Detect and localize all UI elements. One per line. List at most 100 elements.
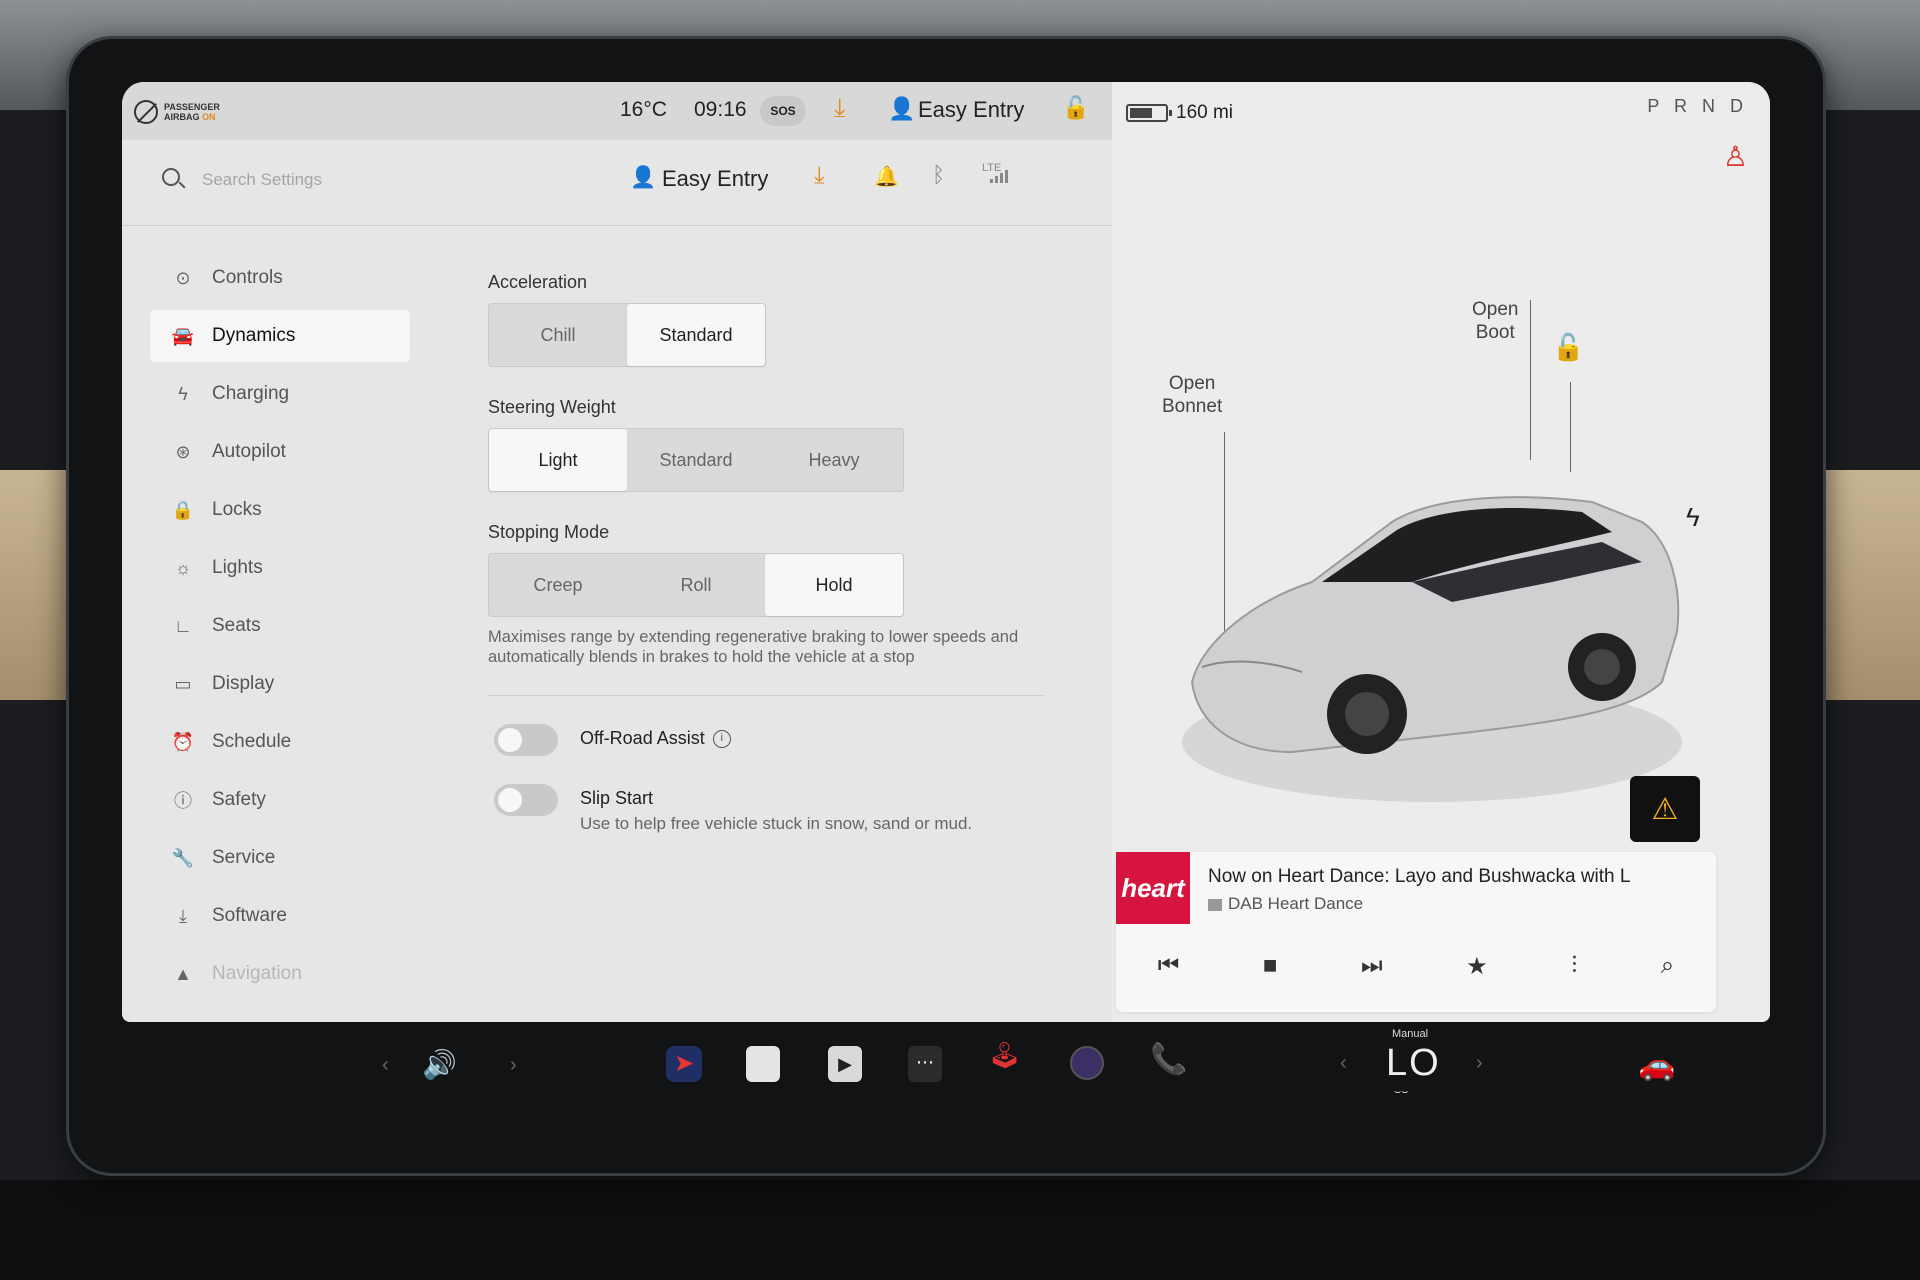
volume-up-arrow-icon[interactable]: ›: [510, 1054, 517, 1077]
climate-decrease-arrow-icon[interactable]: ‹: [1340, 1052, 1347, 1075]
sidebar-item-label: Safety: [212, 789, 266, 810]
profile-icon[interactable]: 👤: [630, 166, 656, 190]
download-icon: ⤓: [179, 905, 187, 926]
steering-standard-button[interactable]: Standard: [627, 429, 765, 491]
stopping-mode-selector: Creep Roll Hold: [488, 553, 904, 617]
acceleration-standard-button[interactable]: Standard: [627, 304, 765, 366]
climate-temperature[interactable]: LO: [1386, 1042, 1441, 1085]
theater-app-icon[interactable]: ▶: [828, 1046, 862, 1082]
bluetooth-icon[interactable]: ᛒ: [932, 162, 945, 188]
navigation-icon: ▲: [174, 963, 192, 984]
steering-light-button[interactable]: Light: [489, 429, 627, 491]
stopping-roll-button[interactable]: Roll: [627, 554, 765, 616]
divider: [488, 695, 1044, 696]
sidebar-item-display[interactable]: ▭ Display: [150, 658, 410, 710]
range-display[interactable]: 160 mi: [1176, 102, 1233, 124]
off-road-assist-label: Off-Road Assist: [580, 728, 705, 748]
bolt-icon: ϟ: [178, 383, 188, 404]
download-icon[interactable]: ⤓: [814, 162, 825, 190]
next-track-icon[interactable]: ⏭: [1361, 952, 1383, 981]
slip-start-toggle[interactable]: [494, 784, 558, 816]
steering-weight-title: Steering Weight: [488, 397, 616, 417]
warning-alert-button[interactable]: ⚠: [1630, 776, 1700, 842]
sidebar-item-locks[interactable]: 🔒 Locks: [150, 484, 410, 536]
heart-dance-logo: heart: [1116, 852, 1190, 924]
charge-port-unlock-icon[interactable]: 🔓: [1552, 332, 1584, 363]
warning-icon: ⚠: [1651, 792, 1679, 826]
sidebar-item-autopilot[interactable]: ⊛ Autopilot: [150, 426, 410, 478]
bell-icon[interactable]: 🔔: [874, 164, 899, 189]
volume-icon[interactable]: 🔊: [422, 1048, 457, 1081]
climate-increase-arrow-icon[interactable]: ›: [1476, 1052, 1483, 1075]
passenger-airbag-indicator: PASSENGER AIRBAG ON: [134, 96, 234, 128]
sidebar-item-safety[interactable]: ⓘ Safety: [150, 774, 410, 826]
sidebar-item-seats[interactable]: ∟ Seats: [150, 600, 410, 652]
profile-name[interactable]: Easy Entry: [662, 166, 768, 192]
stop-icon[interactable]: ■: [1263, 952, 1278, 981]
sidebar-item-dynamics[interactable]: 🚘 Dynamics: [150, 310, 410, 362]
unlock-icon[interactable]: 🔓: [1062, 95, 1089, 121]
now-playing-title: Now on Heart Dance: Layo and Bushwacka w…: [1208, 866, 1631, 887]
vehicle-pane: 160 mi P R N D ♙ Open Bonnet Open Boot 🔓…: [1112, 82, 1770, 1022]
settings-header: 👤 Easy Entry ⤓ 🔔 ᛒ LTE: [122, 140, 1112, 226]
clock: 09:16: [694, 98, 747, 121]
more-apps-icon[interactable]: ⋯: [908, 1046, 942, 1082]
light-icon: ☼: [174, 557, 192, 578]
search-icon[interactable]: [162, 168, 180, 186]
sidebar-item-label: Dynamics: [212, 325, 296, 346]
airbag-state: ON: [202, 112, 216, 122]
volume-down-arrow-icon[interactable]: ‹: [382, 1054, 389, 1077]
station-name: DAB Heart Dance: [1228, 894, 1364, 913]
open-bonnet-line1: Open: [1168, 373, 1216, 394]
acceleration-chill-button[interactable]: Chill: [489, 304, 627, 366]
info-icon[interactable]: i: [712, 730, 731, 749]
sidebar-item-charging[interactable]: ϟ Charging: [150, 368, 410, 420]
dashboard-lower: [0, 1180, 1920, 1280]
off-road-assist-toggle[interactable]: [494, 724, 558, 756]
camera-app-icon[interactable]: [1070, 1046, 1104, 1080]
equalizer-icon[interactable]: ⫶: [1571, 952, 1577, 981]
sidebar-item-label: Service: [212, 847, 276, 868]
stopping-mode-title: Stopping Mode: [488, 522, 610, 542]
sidebar-item-schedule[interactable]: ⏰ Schedule: [150, 716, 410, 768]
climate-mode-label: Manual: [1392, 1028, 1429, 1040]
arcade-joystick-icon[interactable]: 🕹: [988, 1040, 1021, 1071]
search-settings-input[interactable]: [202, 164, 502, 196]
touchscreen: PASSENGER AIRBAG ON 16°C 09:16 SOS ⤓ 👤 E…: [122, 82, 1770, 1022]
sidebar-item-lights[interactable]: ☼ Lights: [150, 542, 410, 594]
slip-start-description: Use to help free vehicle stuck in snow, …: [580, 814, 973, 833]
sidebar-item-service[interactable]: 🔧 Service: [150, 832, 410, 884]
car-controls-icon[interactable]: 🚗: [1638, 1048, 1675, 1083]
stopping-mode-description: Maximises range by extending regenerativ…: [488, 628, 1019, 666]
favorite-star-icon[interactable]: ★: [1466, 952, 1488, 981]
open-bonnet-button[interactable]: Open Bonnet: [1162, 372, 1222, 418]
stopping-creep-button[interactable]: Creep: [489, 554, 627, 616]
driver-profile-icon[interactable]: 👤: [888, 96, 915, 122]
sidebar-item-navigation[interactable]: ▲ Navigation: [150, 948, 410, 1000]
driver-profile-name[interactable]: Easy Entry: [918, 97, 1024, 123]
lock-icon: 🔒: [171, 499, 195, 520]
previous-track-icon[interactable]: ⏮: [1158, 952, 1180, 981]
open-boot-line1: Open: [1472, 299, 1519, 320]
dashboard-wood-trim-right: [1810, 470, 1920, 700]
steering-heavy-button[interactable]: Heavy: [765, 429, 903, 491]
sidebar-item-label: Schedule: [212, 731, 292, 752]
notes-app-icon[interactable]: [746, 1046, 780, 1082]
sos-button[interactable]: SOS: [760, 96, 806, 126]
seat-heater-icon[interactable]: ⌣⌣: [1394, 1086, 1408, 1099]
sidebar-item-controls[interactable]: ⊙ Controls: [150, 252, 410, 304]
toggle-icon: ⊙: [175, 267, 191, 288]
software-update-icon[interactable]: ⤓: [834, 92, 846, 124]
seatbelt-warning-icon: ♙: [1722, 141, 1748, 172]
status-bar: PASSENGER AIRBAG ON 16°C 09:16 SOS ⤓ 👤 E…: [122, 82, 1112, 140]
navigation-app-icon[interactable]: ➤: [666, 1046, 702, 1082]
stopping-hold-button[interactable]: Hold: [765, 554, 903, 616]
dab-icon: [1208, 898, 1222, 911]
media-search-icon[interactable]: ⌕: [1661, 952, 1674, 981]
open-boot-button[interactable]: Open Boot: [1472, 298, 1518, 344]
sidebar-item-software[interactable]: ⤓ Software: [150, 890, 410, 942]
sidebar-item-label: Software: [212, 905, 287, 926]
phone-icon[interactable]: 📞: [1150, 1042, 1187, 1077]
sos-label: SOS: [770, 104, 796, 118]
seat-icon: ∟: [174, 615, 192, 636]
